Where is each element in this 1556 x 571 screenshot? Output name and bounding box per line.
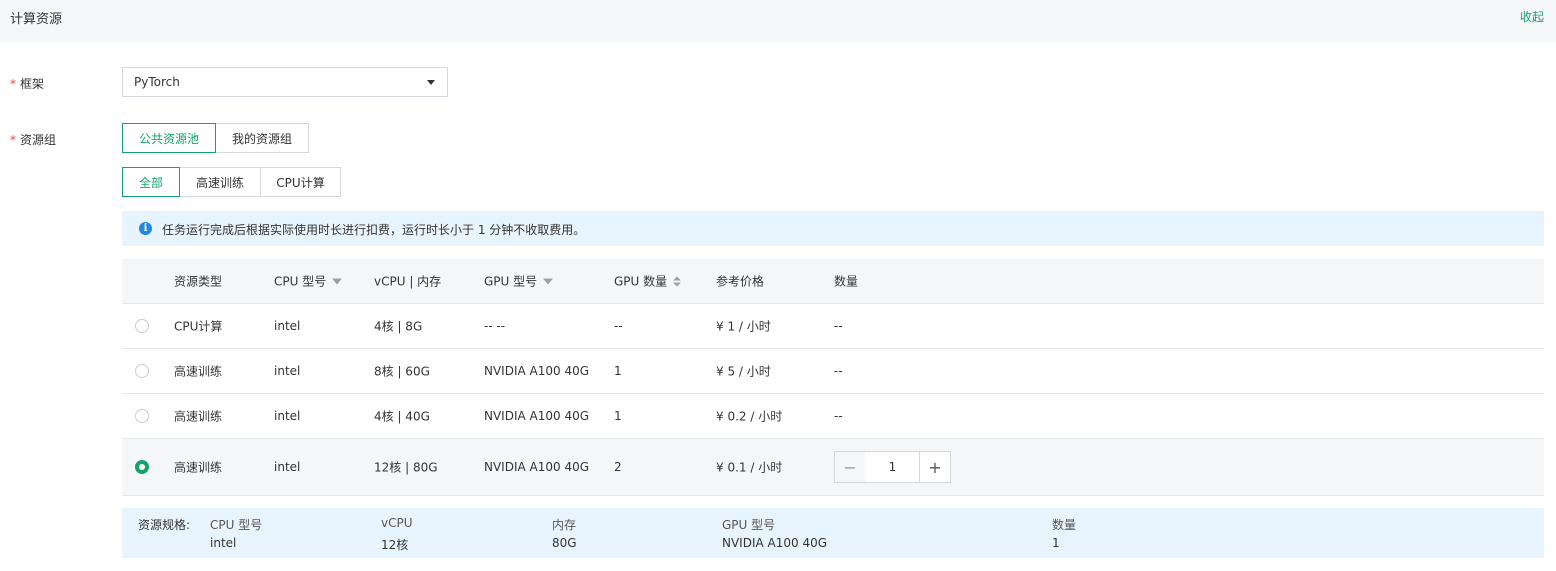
- cell-vcpu: 4核 | 40G: [374, 409, 430, 424]
- required-marker: *: [10, 77, 16, 91]
- resource-group-label: * 资源组: [10, 133, 57, 147]
- cell-cpu: intel: [274, 319, 301, 333]
- cell-vcpu: 4核 | 8G: [374, 319, 423, 334]
- spec-head-cpu: CPU 型号: [210, 518, 263, 532]
- cell-vcpu: 12核 | 80G: [374, 460, 438, 475]
- cell-type: CPU计算: [174, 319, 223, 334]
- spec-val-vcpu: 12核: [381, 538, 409, 552]
- col-cpu-model[interactable]: CPU 型号: [274, 273, 343, 290]
- cell-cpu: intel: [274, 364, 301, 378]
- table-row[interactable]: 高速训练 intel 8核 | 60G NVIDIA A100 40G 1 ¥ …: [122, 349, 1544, 394]
- cell-gpu-count: 1: [614, 409, 622, 423]
- col-price: 参考价格: [716, 274, 765, 289]
- cell-cpu: intel: [274, 460, 301, 474]
- framework-select[interactable]: PyTorch: [122, 67, 448, 97]
- section-title: 计算资源: [10, 12, 63, 27]
- resource-spec-summary: 资源规格: CPU 型号 intel vCPU 12核 内存 80G GPU 型…: [122, 508, 1544, 558]
- tab-high-speed-training[interactable]: 高速训练: [179, 167, 261, 197]
- row-radio[interactable]: [135, 364, 149, 378]
- table-row[interactable]: CPU计算 intel 4核 | 8G -- -- -- ¥ 1 / 小时 --: [122, 304, 1544, 349]
- table-row[interactable]: 高速训练 intel 4核 | 40G NVIDIA A100 40G 1 ¥ …: [122, 394, 1544, 439]
- sort-icon[interactable]: [673, 276, 682, 288]
- spec-val-quantity: 1: [1052, 536, 1060, 550]
- col-resource-type: 资源类型: [174, 274, 223, 289]
- cell-gpu-count: 1: [614, 364, 622, 378]
- spec-label: 资源规格:: [138, 518, 191, 532]
- pool-tabs: 公共资源池 我的资源组: [122, 123, 309, 153]
- collapse-link[interactable]: 收起: [1520, 8, 1544, 25]
- spec-val-gpu: NVIDIA A100 40G: [722, 536, 828, 550]
- quantity-stepper: − 1 +: [834, 451, 951, 483]
- framework-label: * 框架: [10, 77, 45, 91]
- tab-my-resource-group[interactable]: 我的资源组: [215, 123, 309, 153]
- spec-val-memory: 80G: [552, 536, 577, 550]
- cell-qty: --: [834, 319, 843, 333]
- cell-type: 高速训练: [174, 409, 223, 424]
- decrement-button[interactable]: −: [834, 451, 866, 483]
- cell-type: 高速训练: [174, 364, 223, 379]
- cell-gpu-count: 2: [614, 460, 622, 474]
- filter-icon[interactable]: [543, 278, 554, 284]
- cell-qty: --: [834, 364, 843, 378]
- spec-head-quantity: 数量: [1052, 518, 1077, 532]
- spec-val-cpu: intel: [210, 536, 237, 550]
- cell-gpu-count: --: [614, 319, 623, 333]
- notice-text: 任务运行完成后根据实际使用时长进行扣费，运行时长小于 1 分钟不收取费用。: [162, 223, 586, 237]
- tab-public-pool[interactable]: 公共资源池: [122, 123, 216, 153]
- table-header: 资源类型 CPU 型号 vCPU | 内存 GPU 型号 GPU 数量 参考价格…: [122, 259, 1544, 304]
- tab-cpu-compute[interactable]: CPU计算: [260, 167, 341, 197]
- info-icon: i: [139, 222, 152, 235]
- quantity-input[interactable]: 1: [865, 451, 920, 483]
- billing-notice: i 任务运行完成后根据实际使用时长进行扣费，运行时长小于 1 分钟不收取费用。: [122, 211, 1544, 246]
- framework-select-value: PyTorch: [134, 75, 180, 89]
- col-quantity: 数量: [834, 274, 859, 289]
- cell-vcpu: 8核 | 60G: [374, 364, 430, 379]
- cell-price: ¥ 0.2 / 小时: [716, 409, 783, 424]
- cell-price: ¥ 5 / 小时: [716, 364, 771, 379]
- spec-head-memory: 内存: [552, 518, 577, 532]
- spec-head-gpu: GPU 型号: [722, 518, 776, 532]
- section-header: 计算资源 收起: [0, 0, 1556, 42]
- required-marker: *: [10, 133, 16, 147]
- spec-head-vcpu: vCPU: [381, 516, 413, 530]
- cell-price: ¥ 0.1 / 小时: [716, 460, 783, 475]
- cell-price: ¥ 1 / 小时: [716, 319, 771, 334]
- tab-all[interactable]: 全部: [122, 167, 180, 197]
- col-gpu-model[interactable]: GPU 型号: [484, 273, 554, 290]
- cell-gpu: NVIDIA A100 40G: [484, 409, 590, 423]
- cell-gpu: NVIDIA A100 40G: [484, 364, 590, 378]
- row-radio[interactable]: [135, 319, 149, 333]
- filter-tabs: 全部 高速训练 CPU计算: [122, 167, 341, 197]
- increment-button[interactable]: +: [919, 451, 951, 483]
- cell-type: 高速训练: [174, 460, 223, 475]
- row-radio-checked[interactable]: [135, 460, 149, 474]
- cell-gpu: -- --: [484, 319, 506, 333]
- col-gpu-count[interactable]: GPU 数量: [614, 273, 682, 290]
- cell-gpu: NVIDIA A100 40G: [484, 460, 590, 474]
- cell-cpu: intel: [274, 409, 301, 423]
- table-row-selected[interactable]: 高速训练 intel 12核 | 80G NVIDIA A100 40G 2 ¥…: [122, 439, 1544, 496]
- filter-icon[interactable]: [332, 278, 343, 284]
- col-vcpu-memory: vCPU | 内存: [374, 274, 442, 289]
- cell-qty: --: [834, 409, 843, 423]
- resource-table: 资源类型 CPU 型号 vCPU | 内存 GPU 型号 GPU 数量 参考价格…: [122, 259, 1544, 496]
- row-radio[interactable]: [135, 409, 149, 423]
- caret-down-icon: [427, 80, 435, 85]
